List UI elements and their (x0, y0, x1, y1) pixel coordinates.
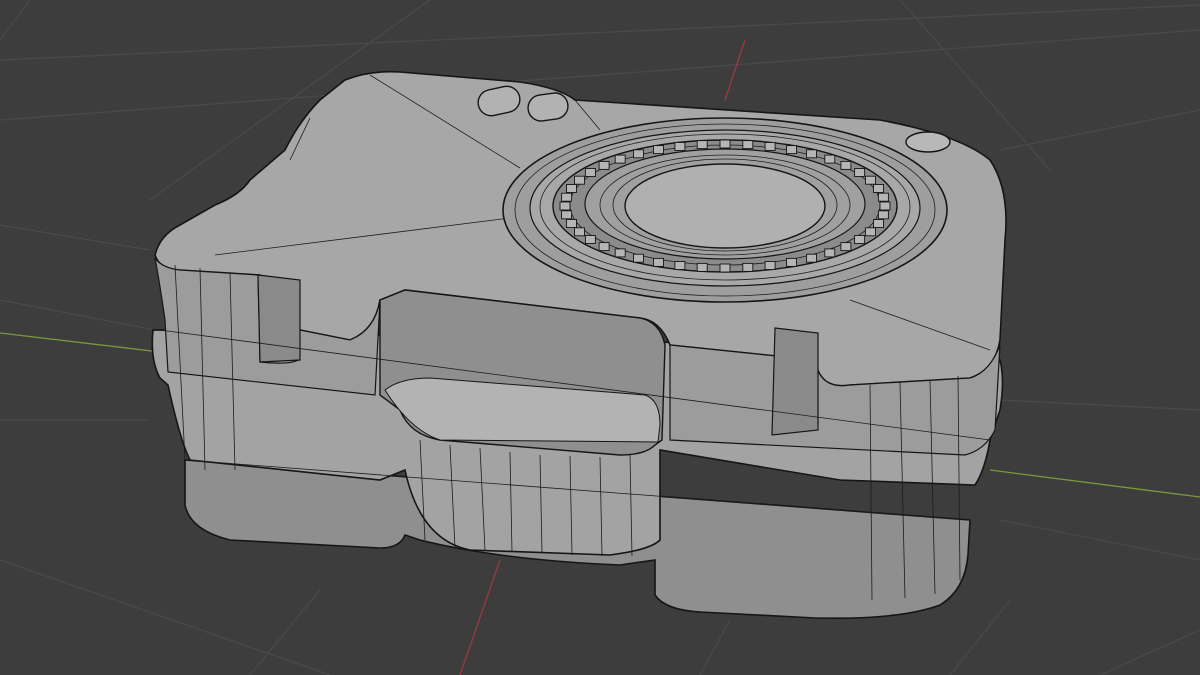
lens-grip-tooth (696, 140, 708, 150)
lens-grip-tooth (854, 168, 866, 177)
lens-grip-tooth (614, 154, 626, 164)
lens-grip-tooth (865, 227, 876, 237)
right-notch (771, 327, 819, 436)
y-axis-line-bottom (459, 559, 501, 675)
lens-grip-tooth (566, 184, 577, 193)
lens-grip-tooth (879, 201, 891, 211)
lens-grip-tooth (653, 257, 664, 267)
lens-grip-tooth (806, 149, 817, 159)
lens-glass (624, 163, 826, 249)
lens-grip-tooth (877, 210, 889, 220)
lens-grip-tooth (854, 235, 866, 244)
lens-grip-tooth (674, 142, 686, 151)
lens-grip-tooth (561, 210, 573, 220)
lens-grip-tooth (786, 145, 797, 155)
lens-grip-tooth (873, 184, 884, 193)
lens-grip-tooth (561, 192, 573, 202)
lens-grip-tooth (633, 253, 644, 263)
lens-grip-tooth (674, 261, 686, 270)
lens-grip-tooth (840, 242, 852, 252)
lens-grip-tooth (614, 248, 626, 258)
lens-grip-tooth (764, 261, 776, 270)
lens-grip-tooth (574, 175, 585, 185)
lens-grip-tooth (786, 257, 797, 267)
x-axis-line-right (989, 469, 1200, 498)
lens-grip-tooth (566, 219, 577, 228)
lens-grip-tooth (840, 160, 852, 170)
lens-grip-tooth (719, 139, 731, 149)
lens-grip-tooth (877, 192, 889, 202)
lens-grip-tooth (584, 235, 596, 244)
lens-grip-tooth (742, 262, 754, 272)
lens-grip-tooth (653, 145, 664, 155)
lens-grip-tooth (574, 227, 585, 237)
lens-grip-tooth (559, 201, 571, 211)
lens-grip-tooth (764, 142, 776, 151)
3d-viewport[interactable] (0, 0, 1200, 675)
lens-grip-tooth (633, 149, 644, 159)
lens-grip-tooth (873, 219, 884, 228)
camera-mesh[interactable] (151, 70, 1007, 620)
lens-grip-tooth (824, 248, 836, 258)
lens-assembly[interactable] (502, 117, 948, 303)
viewport-canvas[interactable] (0, 0, 1200, 675)
lens-grip-tooth (598, 242, 610, 252)
lens-grip-tooth (696, 262, 708, 272)
lens-grip-tooth (742, 140, 754, 150)
lens-grip-tooth (806, 253, 817, 263)
y-axis-line (724, 39, 746, 101)
lens-grip-tooth (719, 263, 731, 273)
lens-grip-tooth (598, 160, 610, 170)
lens-grip-tooth (824, 154, 836, 164)
x-axis-line (0, 332, 161, 353)
lens-grip-tooth (865, 175, 876, 185)
lens-grip-tooth (584, 168, 596, 177)
left-notch (257, 274, 301, 363)
flash-sensor[interactable] (905, 131, 951, 153)
